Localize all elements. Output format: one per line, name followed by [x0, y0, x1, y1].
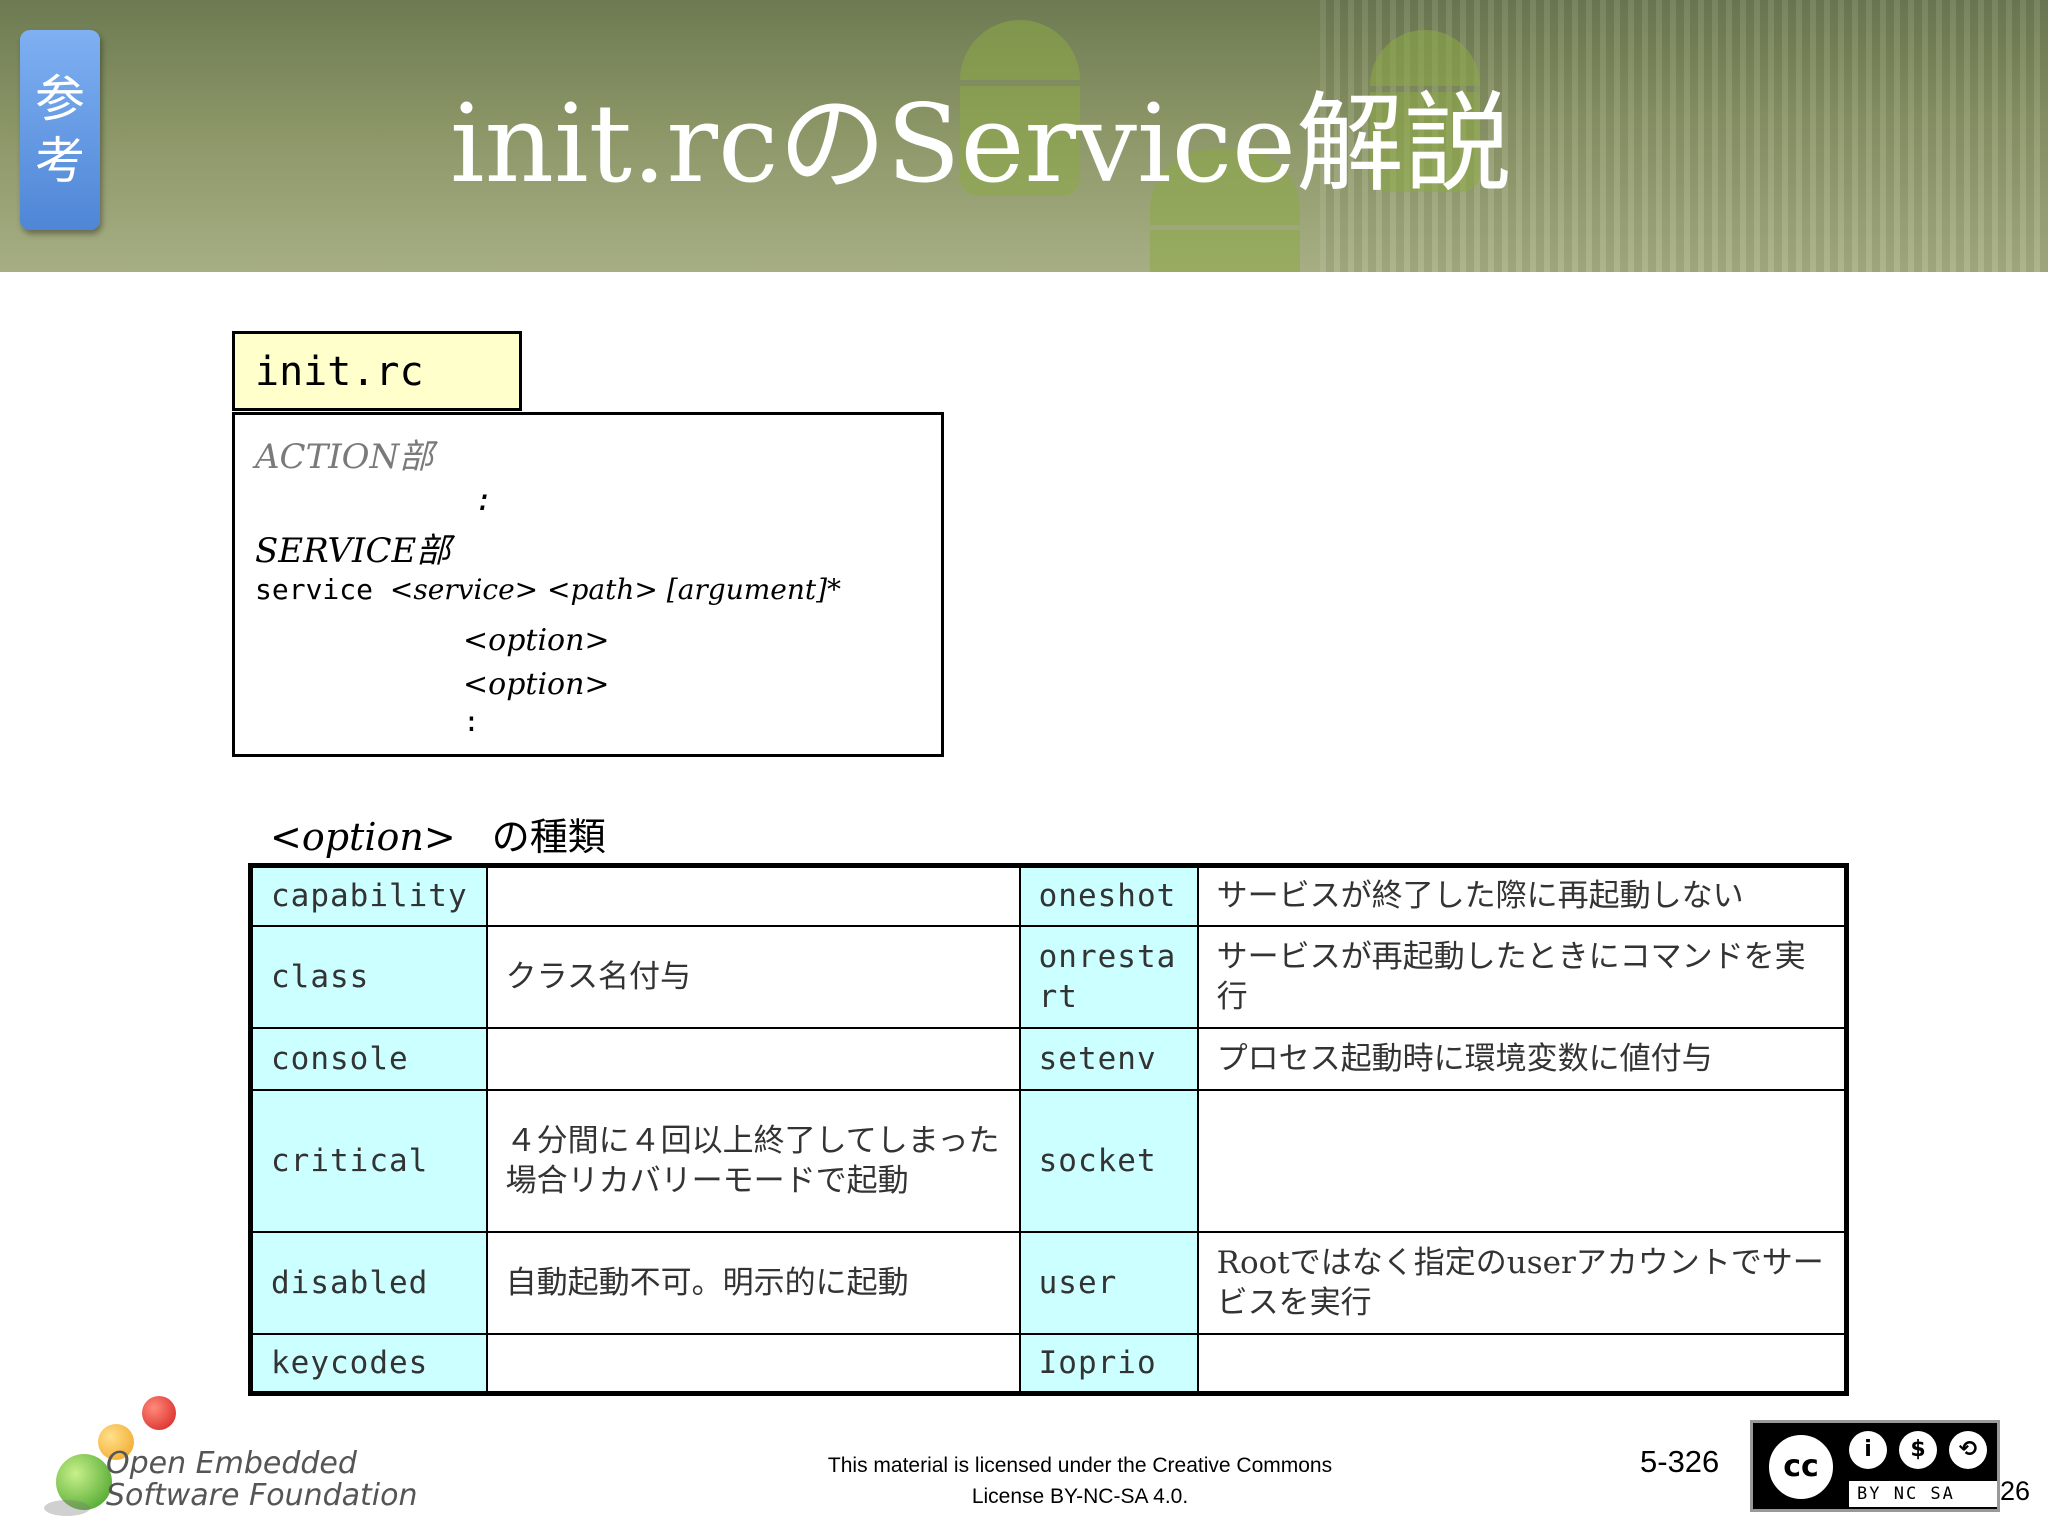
- option-name: Ioprio: [1018, 1332, 1199, 1395]
- table-row: capability oneshot サービスが終了した際に再起動しない: [249, 864, 1848, 927]
- action-section-label: ACTION部: [255, 437, 434, 477]
- option-name: console: [249, 1026, 488, 1091]
- option-description: Rootではなく指定のuserアカウントでサービスを実行: [1196, 1230, 1848, 1335]
- option-description: [1196, 1088, 1848, 1233]
- logo-line: Software Foundation: [106, 1478, 418, 1513]
- table-row: keycodes Ioprio: [249, 1332, 1848, 1395]
- service-definition: service <service> <path> [argument]*: [255, 573, 841, 606]
- option-name: critical: [249, 1088, 488, 1233]
- page-number-partial: 26: [2000, 1476, 2031, 1506]
- cc-tags: BY NC SA: [1849, 1481, 1997, 1507]
- option-description: [485, 1026, 1021, 1091]
- option-name: oneshot: [1018, 864, 1199, 927]
- service-section-label: SERVICE部: [255, 531, 451, 571]
- service-keyword: service: [255, 573, 374, 606]
- option-description: [1196, 1332, 1848, 1395]
- option-name: capability: [249, 864, 488, 927]
- ellipsis: :: [475, 483, 494, 518]
- option-line: <option>: [463, 623, 610, 658]
- code-box: ACTION部 : SERVICE部 service <service> <pa…: [232, 412, 944, 757]
- option-description: クラス名付与: [485, 924, 1021, 1029]
- license-notice: This material is licensed under the Crea…: [780, 1450, 1380, 1512]
- license-line: License BY-NC-SA 4.0.: [971, 1485, 1189, 1508]
- option-name: class: [249, 924, 488, 1029]
- noncommercial-icon: $: [1899, 1431, 1937, 1469]
- option-description: [485, 1332, 1021, 1395]
- table-row: class クラス名付与 onresta rt サービスが再起動したときにコマン…: [249, 924, 1848, 1029]
- option-tag: <option>: [270, 815, 456, 859]
- option-name: keycodes: [249, 1332, 488, 1395]
- option-name: setenv: [1018, 1026, 1199, 1091]
- option-description: [485, 864, 1021, 927]
- attribution-icon: i: [1849, 1431, 1887, 1469]
- sharealike-icon: ⟲: [1949, 1431, 1987, 1469]
- slide-header: 参考 init.rcのService解説: [0, 0, 2048, 272]
- option-heading-label: の種類: [491, 815, 606, 859]
- options-table: capability oneshot サービスが終了した際に再起動しない cla…: [248, 863, 1849, 1396]
- page-number: 5-326: [1640, 1444, 1720, 1479]
- table-row: disabled 自動起動不可。明示的に起動 user Rootではなく指定のu…: [249, 1230, 1848, 1335]
- table-row: console setenv プロセス起動時に環境変数に値付与: [249, 1026, 1848, 1091]
- option-description: サービスが再起動したときにコマンドを実行: [1196, 924, 1848, 1029]
- option-description: プロセス起動時に環境変数に値付与: [1196, 1026, 1848, 1091]
- option-description: ４分間に４回以上終了してしまった場合リカバリーモードで起動: [485, 1088, 1021, 1233]
- option-description: サービスが終了した際に再起動しない: [1196, 864, 1848, 927]
- option-name: socket: [1018, 1088, 1199, 1233]
- reference-tab: 参考: [20, 30, 100, 230]
- options-heading: <option> の種類: [270, 812, 606, 862]
- page-title: init.rcのService解説: [450, 82, 1512, 207]
- license-line: This material is licensed under the Crea…: [827, 1454, 1333, 1477]
- cc-license-badge: cc i $ ⟲ BY NC SA: [1750, 1420, 2000, 1512]
- oesf-logo-text: Open Embedded Software Foundation: [106, 1448, 418, 1512]
- table-row: critical ４分間に４回以上終了してしまった場合リカバリーモードで起動 s…: [249, 1088, 1848, 1233]
- option-description: 自動起動不可。明示的に起動: [485, 1230, 1021, 1335]
- option-name: user: [1018, 1230, 1199, 1335]
- cc-icon: cc: [1765, 1431, 1837, 1503]
- filename-tab: init.rc: [232, 331, 522, 411]
- option-name: disabled: [249, 1230, 488, 1335]
- service-arguments: <service> <path> [argument]*: [389, 573, 842, 606]
- option-name: onresta rt: [1018, 924, 1199, 1029]
- option-line: <option>: [463, 667, 610, 702]
- logo-line: Open Embedded: [106, 1446, 357, 1481]
- ellipsis: :: [463, 705, 480, 738]
